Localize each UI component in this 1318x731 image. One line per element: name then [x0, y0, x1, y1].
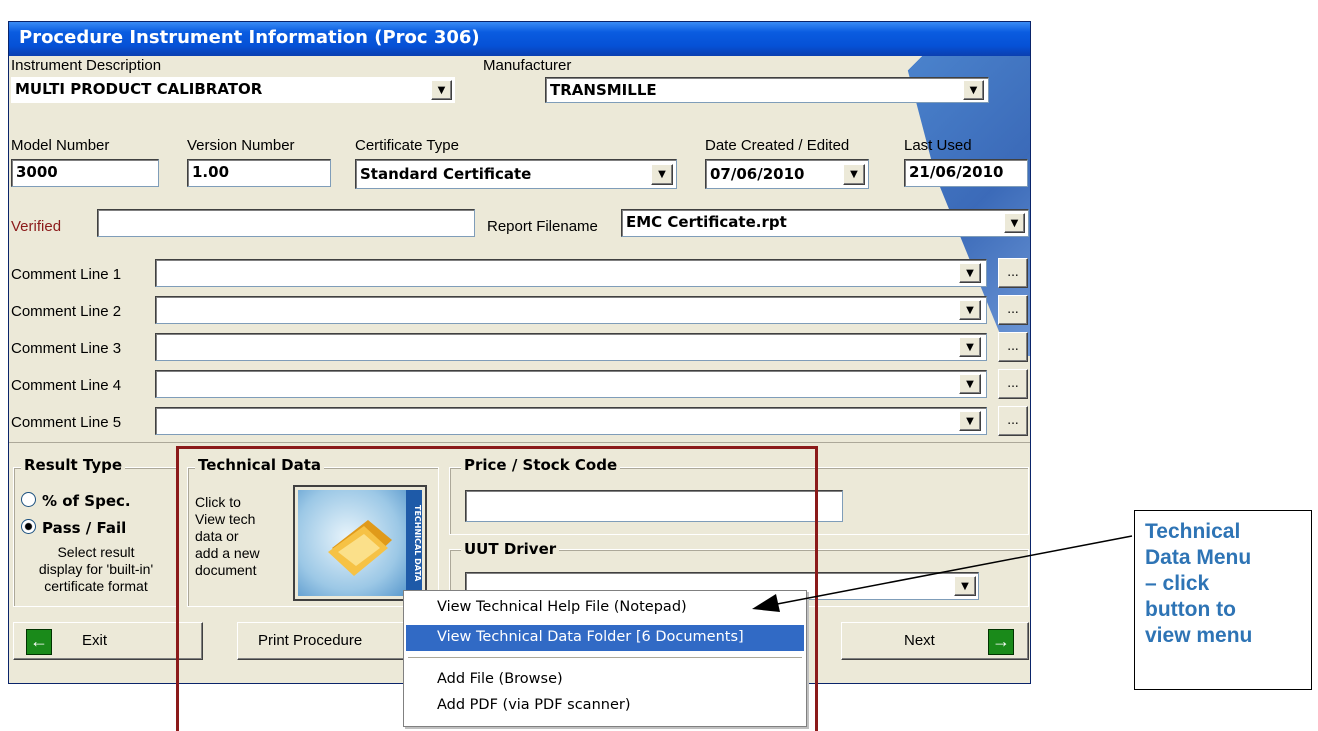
manufacturer-field[interactable]: TRANSMILLE: [545, 77, 989, 103]
report-filename-field[interactable]: EMC Certificate.rpt: [621, 209, 1029, 237]
callout-line: button to: [1145, 598, 1236, 621]
comment-line-label: Comment Line 1: [11, 266, 122, 283]
model-number-label: Model Number: [11, 137, 110, 154]
result-passfail-radio[interactable]: Pass / Fail: [21, 519, 126, 537]
certificate-type-field[interactable]: Standard Certificate: [355, 159, 677, 189]
callout-line: – click: [1145, 572, 1210, 595]
comment-line-field[interactable]: [155, 407, 987, 435]
comment-line-label: Comment Line 5: [11, 414, 122, 431]
last-used-field[interactable]: 21/06/2010: [904, 159, 1028, 187]
comment-ellipsis-button[interactable]: ...: [998, 332, 1028, 362]
radio-label: % of Spec.: [42, 492, 131, 510]
exit-button[interactable]: ← Exit: [13, 622, 203, 660]
help-line: Select result: [57, 544, 135, 560]
manufacturer-dropdown-icon[interactable]: [963, 80, 984, 100]
callout-box: Technical Data Menu – click button to vi…: [1134, 510, 1312, 690]
date-created-dropdown-icon[interactable]: [843, 164, 865, 185]
verified-field[interactable]: [97, 209, 475, 237]
callout-line: view menu: [1145, 624, 1253, 647]
comment-dropdown-icon[interactable]: [959, 374, 981, 394]
comment-line-field[interactable]: [155, 333, 987, 361]
comment-ellipsis-button[interactable]: ...: [998, 258, 1028, 288]
result-type-help: Select result display for 'built-in' cer…: [13, 544, 179, 595]
result-spec-radio[interactable]: % of Spec.: [21, 492, 131, 510]
comment-dropdown-icon[interactable]: [959, 411, 981, 431]
divider: [9, 442, 1030, 443]
comment-line-label: Comment Line 3: [11, 340, 122, 357]
comment-ellipsis-button[interactable]: ...: [998, 406, 1028, 436]
next-button[interactable]: Next →: [841, 622, 1029, 660]
comment-line-label: Comment Line 2: [11, 303, 122, 320]
comment-line-label: Comment Line 4: [11, 377, 122, 394]
comment-line-field[interactable]: [155, 296, 987, 324]
radio-checked-icon: [21, 519, 36, 534]
radio-unchecked-icon: [21, 492, 36, 507]
callout-line: Data Menu: [1145, 546, 1252, 569]
verified-label: Verified: [11, 218, 62, 235]
title-bar: Procedure Instrument Information (Proc 3…: [9, 22, 1030, 56]
radio-label: Pass / Fail: [42, 519, 127, 537]
callout-line: Technical: [1145, 520, 1241, 543]
help-line: display for 'built-in': [38, 561, 154, 577]
manufacturer-label: Manufacturer: [483, 57, 572, 74]
report-filename-dropdown-icon[interactable]: [1004, 213, 1025, 233]
certificate-type-dropdown-icon[interactable]: [651, 164, 673, 185]
exit-label: Exit: [82, 632, 108, 649]
comment-ellipsis-button[interactable]: ...: [998, 295, 1028, 325]
version-number-label: Version Number: [187, 137, 295, 154]
callout-arrow-icon: [752, 535, 1133, 612]
instrument-description-label: Instrument Description: [11, 57, 162, 74]
last-used-label: Last Used: [904, 137, 972, 154]
menu-item-view-data-folder[interactable]: View Technical Data Folder [6 Documents]: [406, 625, 804, 651]
model-number-field[interactable]: 3000: [11, 159, 159, 187]
menu-item-add-pdf[interactable]: Add PDF (via PDF scanner): [406, 693, 804, 719]
window-title: Procedure Instrument Information (Proc 3…: [19, 27, 480, 48]
arrow-right-icon: →: [988, 629, 1014, 655]
comment-ellipsis-button[interactable]: ...: [998, 369, 1028, 399]
comment-dropdown-icon[interactable]: [959, 263, 981, 283]
arrow-left-icon: ←: [26, 629, 52, 655]
next-label: Next: [904, 632, 935, 649]
report-filename-label: Report Filename: [487, 218, 598, 235]
comment-line-field[interactable]: [155, 259, 987, 287]
instrument-description-dropdown-icon[interactable]: [431, 80, 452, 100]
menu-item-add-file[interactable]: Add File (Browse): [406, 667, 804, 693]
comment-dropdown-icon[interactable]: [959, 337, 981, 357]
help-line: certificate format: [44, 578, 148, 594]
date-created-label: Date Created / Edited: [705, 137, 850, 154]
certificate-type-label: Certificate Type: [355, 137, 459, 154]
menu-separator: [408, 657, 802, 658]
comment-line-field[interactable]: [155, 370, 987, 398]
result-type-title: Result Type: [21, 456, 126, 474]
version-number-field[interactable]: 1.00: [187, 159, 331, 187]
comment-dropdown-icon[interactable]: [959, 300, 981, 320]
instrument-description-field[interactable]: MULTI PRODUCT CALIBRATOR: [11, 77, 455, 103]
